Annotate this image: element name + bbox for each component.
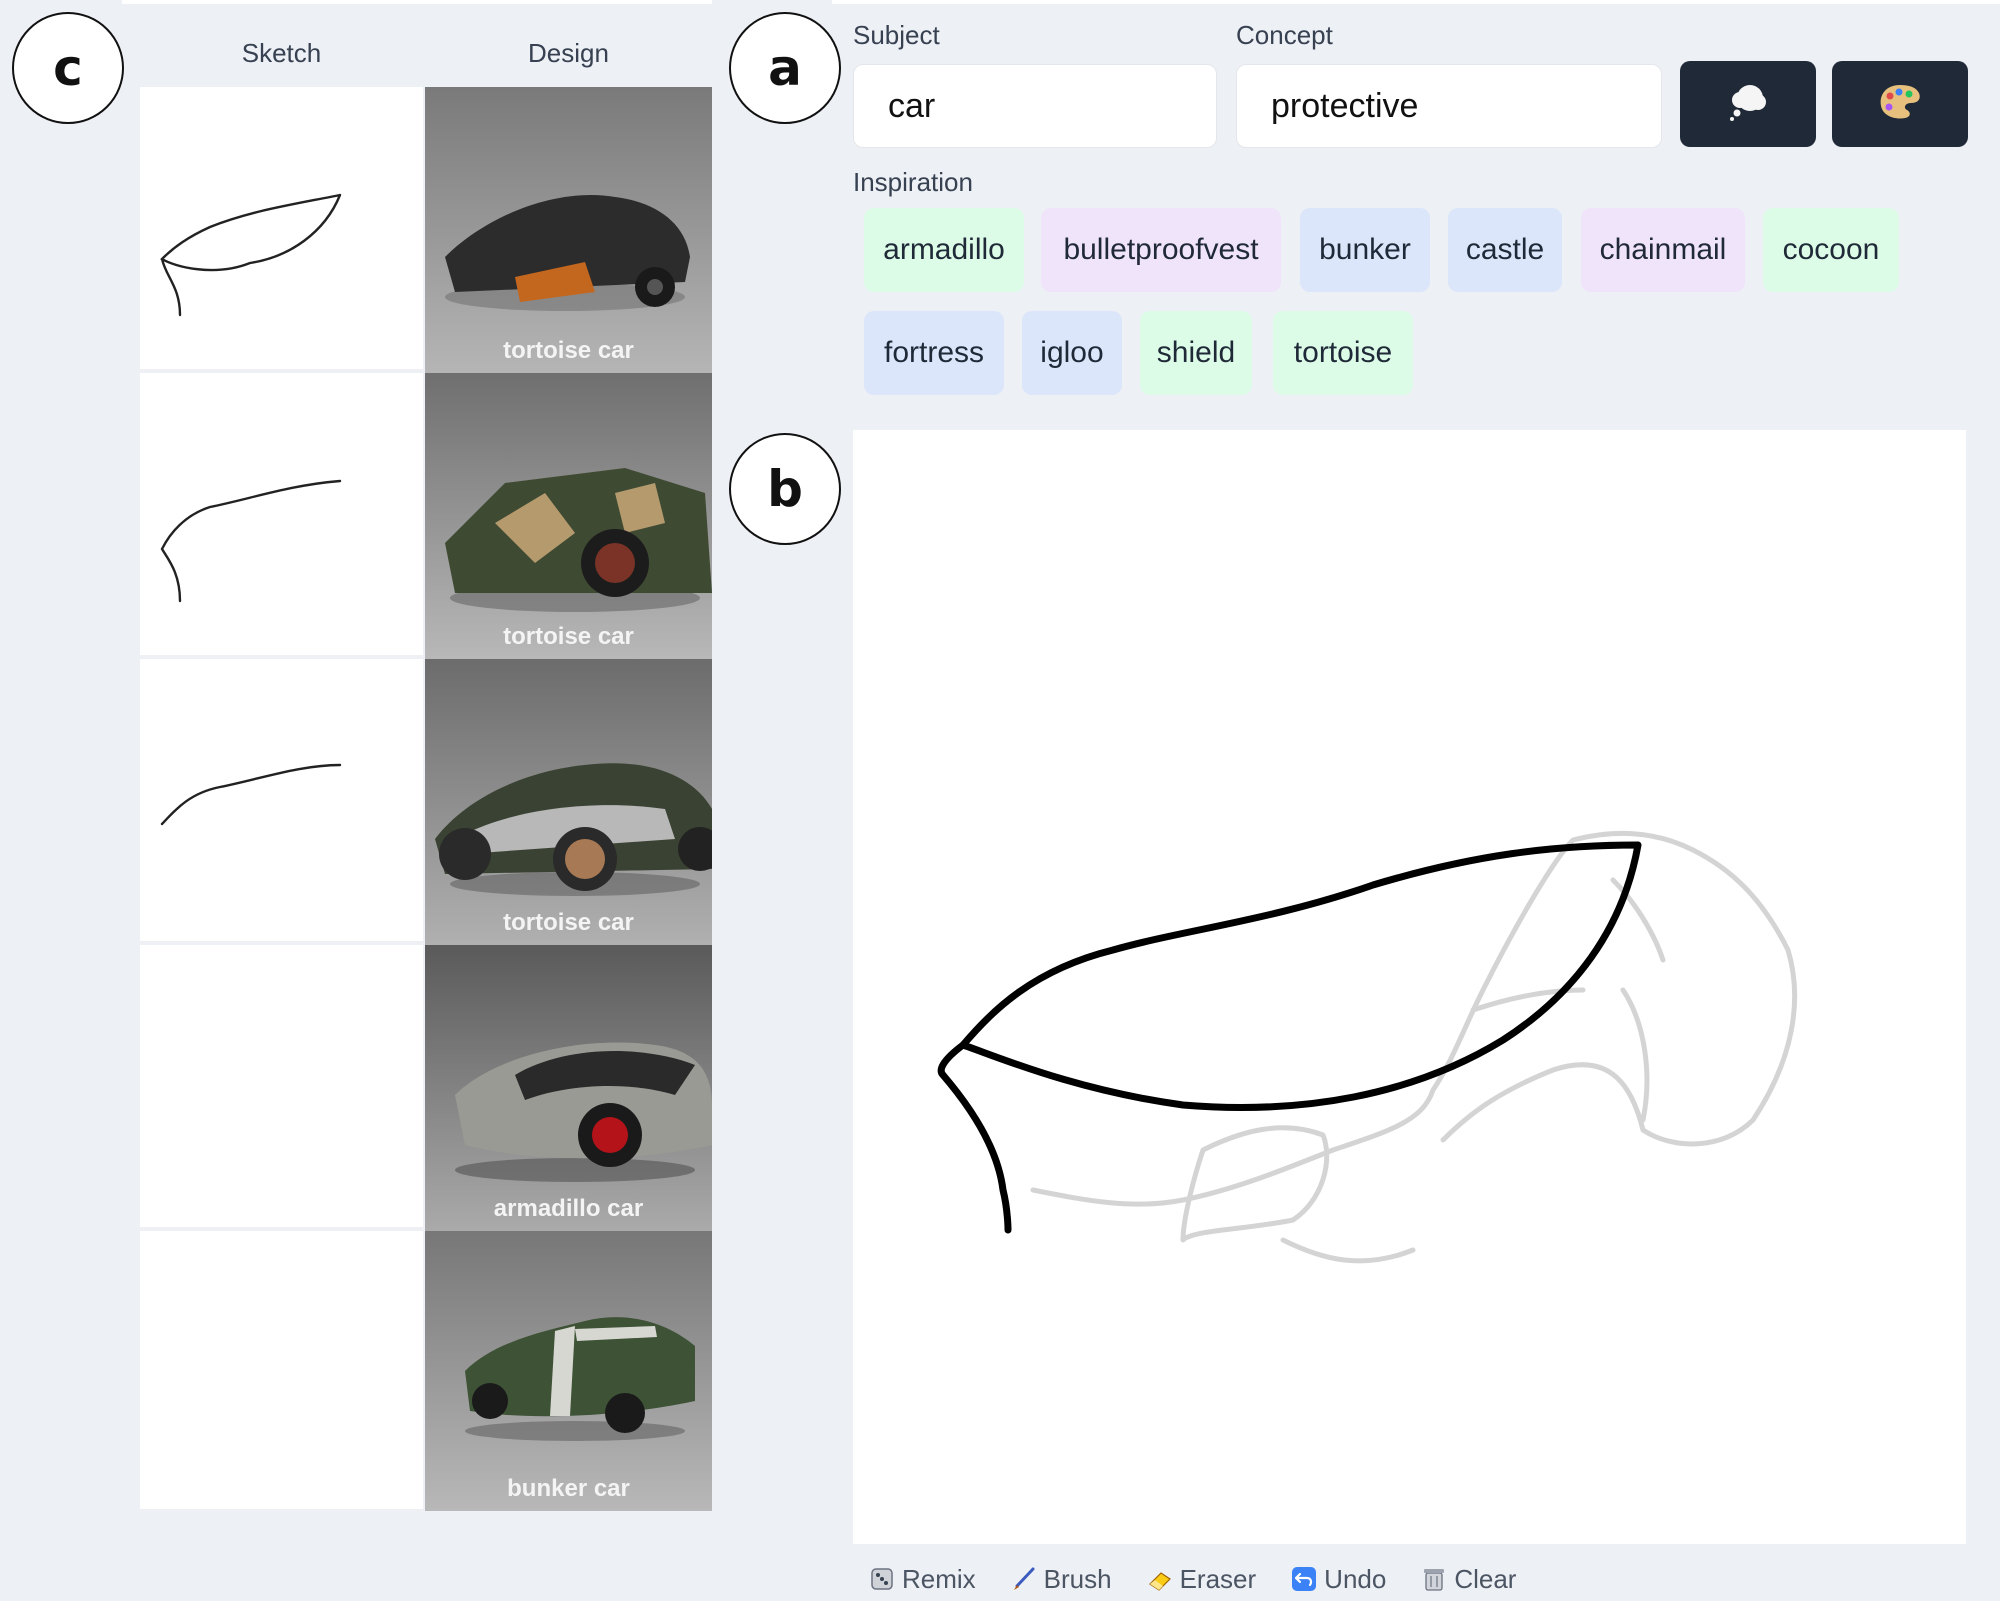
generate-ideas-button[interactable] bbox=[1680, 61, 1816, 147]
top-divider bbox=[122, 0, 712, 4]
history-design-image[interactable]: bunker car bbox=[425, 1231, 712, 1511]
history-sketch-thumbnail[interactable] bbox=[140, 945, 423, 1229]
car-accent bbox=[592, 1117, 628, 1153]
history-caption: bunker car bbox=[425, 1475, 712, 1503]
undo-button[interactable]: Undo bbox=[1290, 1564, 1386, 1595]
history-row[interactable]: tortoise car bbox=[140, 87, 712, 371]
history-row[interactable]: tortoise car bbox=[140, 373, 712, 657]
inspiration-chip-tortoise[interactable]: tortoise bbox=[1273, 311, 1413, 395]
history-row[interactable]: tortoise car bbox=[140, 659, 712, 943]
history-caption: tortoise car bbox=[425, 337, 712, 365]
brush-button[interactable]: Brush bbox=[1010, 1564, 1112, 1595]
style-palette-button[interactable] bbox=[1832, 61, 1968, 147]
inspiration-chip-bunker[interactable]: bunker bbox=[1300, 208, 1430, 292]
thought-bubble-icon bbox=[1726, 80, 1770, 129]
remix-label: Remix bbox=[902, 1564, 976, 1595]
history-design-image[interactable]: tortoise car bbox=[425, 373, 712, 659]
history-row[interactable]: bunker car bbox=[140, 1231, 712, 1511]
subject-input[interactable]: car bbox=[853, 64, 1217, 148]
inspiration-chip-shield[interactable]: shield bbox=[1140, 311, 1252, 395]
inspiration-chip-cocoon[interactable]: cocoon bbox=[1763, 208, 1899, 292]
history-sketch-thumbnail[interactable] bbox=[140, 659, 423, 943]
history-design-image[interactable]: tortoise car bbox=[425, 659, 712, 945]
inspiration-chip-castle[interactable]: castle bbox=[1448, 208, 1562, 292]
drawing-canvas[interactable] bbox=[853, 430, 1966, 1544]
history-design-image[interactable]: armadillo car bbox=[425, 945, 712, 1231]
brush-icon bbox=[1010, 1565, 1038, 1593]
history-caption: armadillo car bbox=[425, 1195, 712, 1223]
concept-input[interactable]: protective bbox=[1236, 64, 1662, 148]
inspiration-chip-bulletproofvest[interactable]: bulletproofvest bbox=[1041, 208, 1281, 292]
concept-label: Concept bbox=[1236, 20, 1333, 51]
top-divider bbox=[832, 0, 2000, 4]
brush-label: Brush bbox=[1044, 1564, 1112, 1595]
history-row[interactable]: armadillo car bbox=[140, 945, 712, 1229]
inspiration-chip-chainmail[interactable]: chainmail bbox=[1581, 208, 1745, 292]
history-list: tortoise car tortoise car bbox=[140, 87, 712, 1511]
palette-icon bbox=[1877, 82, 1923, 127]
remix-button[interactable]: Remix bbox=[868, 1564, 976, 1595]
eraser-label: Eraser bbox=[1180, 1564, 1257, 1595]
inspiration-chip-igloo[interactable]: igloo bbox=[1022, 311, 1122, 395]
trash-icon bbox=[1420, 1565, 1448, 1593]
inspiration-chip-fortress[interactable]: fortress bbox=[864, 311, 1004, 395]
eraser-button[interactable]: Eraser bbox=[1146, 1564, 1257, 1595]
undo-icon bbox=[1290, 1565, 1318, 1593]
subject-label: Subject bbox=[853, 20, 940, 51]
history-sketch-thumbnail[interactable] bbox=[140, 373, 423, 657]
eraser-icon bbox=[1146, 1565, 1174, 1593]
guide-sketch bbox=[1033, 833, 1795, 1260]
user-sketch bbox=[941, 845, 1638, 1230]
clear-label: Clear bbox=[1454, 1564, 1516, 1595]
panel-label-c: c bbox=[12, 12, 124, 124]
panel-label-b: b bbox=[729, 433, 841, 545]
dice-icon bbox=[868, 1565, 896, 1593]
canvas-toolbar: Remix Brush Eraser Undo Clear bbox=[868, 1560, 1516, 1598]
panel-label-a: a bbox=[729, 12, 841, 124]
clear-button[interactable]: Clear bbox=[1420, 1564, 1516, 1595]
history-caption: tortoise car bbox=[425, 623, 712, 651]
history-design-image[interactable]: tortoise car bbox=[425, 87, 712, 373]
inspiration-chip-armadillo[interactable]: armadillo bbox=[864, 208, 1024, 292]
inspiration-label: Inspiration bbox=[853, 167, 973, 198]
history-sketch-thumbnail[interactable] bbox=[140, 87, 423, 371]
design-column-header: Design bbox=[425, 38, 712, 69]
sketch-column-header: Sketch bbox=[140, 38, 423, 69]
history-caption: tortoise car bbox=[425, 909, 712, 937]
undo-label: Undo bbox=[1324, 1564, 1386, 1595]
history-sketch-thumbnail[interactable] bbox=[140, 1231, 423, 1511]
